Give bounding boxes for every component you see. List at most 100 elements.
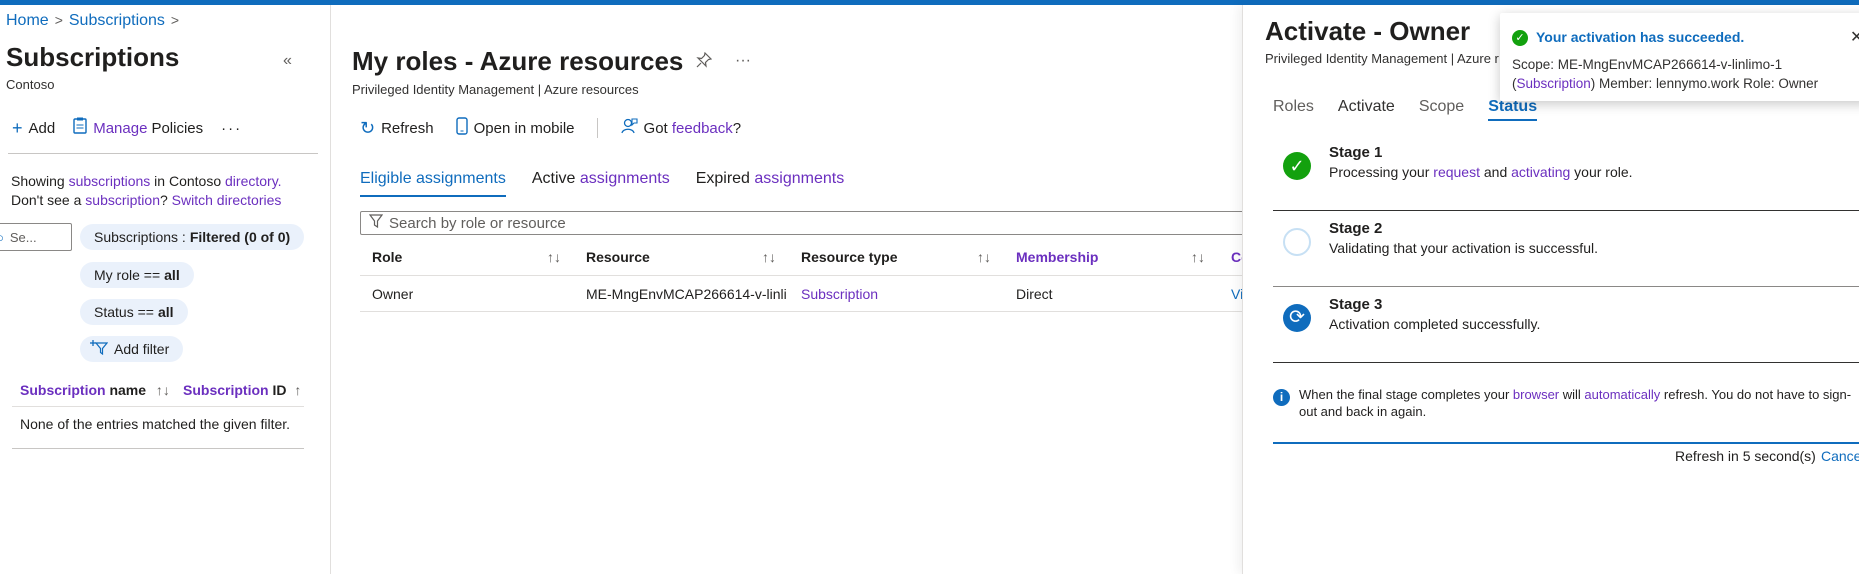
stage-1: ✓ Stage 1 Processing your request and ac… xyxy=(1273,136,1859,211)
pill-value: all xyxy=(157,304,174,320)
more-options-button[interactable]: ··· xyxy=(735,52,751,70)
page-subtitle: Contoso xyxy=(6,77,55,92)
column-header-subscription-name[interactable]: Subscription name ↑↓ xyxy=(20,382,170,398)
sort-icon[interactable]: ↑↓ xyxy=(977,249,991,265)
stage-3: ⟳ Stage 3 Activation completed successfu… xyxy=(1273,288,1859,363)
checkmark-icon: ✓ xyxy=(1283,152,1311,180)
cell-membership: Direct xyxy=(1016,286,1053,302)
sort-icon[interactable]: ↑ xyxy=(294,382,301,398)
cell-resource: ME-MngEnvMCAP266614-v-linli xyxy=(586,286,787,302)
progress-line xyxy=(1273,442,1859,444)
panel-subtitle: Privileged Identity Management | Azure r xyxy=(1265,51,1499,66)
browser-link[interactable]: browser xyxy=(1513,387,1559,402)
text: and xyxy=(1479,164,1512,180)
column-header-role[interactable]: Role xyxy=(372,249,402,265)
tab-status[interactable]: Status xyxy=(1488,98,1538,121)
breadcrumb: Home > Subscriptions > xyxy=(6,12,185,30)
breadcrumb-subscriptions[interactable]: Subscriptions xyxy=(69,12,165,29)
manage-policies-button[interactable]: Manage Policies xyxy=(73,117,203,139)
refresh-countdown: Refresh in 5 second(s) xyxy=(1675,448,1816,464)
chevron-right-icon: > xyxy=(54,12,63,28)
success-notification[interactable]: ✓ Your activation has succeeded. ✕ Scope… xyxy=(1500,13,1859,101)
tab-label: Expired xyxy=(695,170,755,187)
tab-activate[interactable]: Activate xyxy=(1338,98,1395,121)
request-link[interactable]: request xyxy=(1433,164,1480,180)
col-link: Subscription xyxy=(20,382,106,398)
sync-icon: ⟳ xyxy=(1283,304,1311,332)
close-icon[interactable]: ✕ xyxy=(1850,27,1859,47)
divider xyxy=(12,406,304,407)
checkmark-icon: ✓ xyxy=(1512,30,1528,46)
column-header-subscription-id[interactable]: Subscription ID ↑ xyxy=(183,382,301,398)
tab-link: assignments xyxy=(579,170,670,187)
column-header-resource[interactable]: Resource xyxy=(586,249,650,265)
add-button[interactable]: + Add xyxy=(12,118,55,139)
breadcrumb-home[interactable]: Home xyxy=(6,12,49,29)
tab-roles[interactable]: Roles xyxy=(1273,98,1314,121)
info-message: i When the final stage completes your br… xyxy=(1273,386,1853,420)
tab-scope[interactable]: Scope xyxy=(1419,98,1464,121)
divider xyxy=(8,153,318,154)
add-filter-button[interactable]: Add filter xyxy=(80,336,184,362)
command-bar: + Add Manage Policies ··· xyxy=(12,113,242,143)
notification-title: Your activation has succeeded. xyxy=(1536,29,1745,45)
tab-label: Active xyxy=(531,170,580,187)
search-input[interactable]: Search by role or resource xyxy=(360,211,1260,235)
notification-details: (Subscription) Member: lennymo.work Role… xyxy=(1512,74,1852,93)
filter-pill-status[interactable]: Status == all xyxy=(80,299,188,325)
tab-active-assignments[interactable]: Active assignments xyxy=(532,170,670,197)
column-header-resource-type[interactable]: Resource type xyxy=(801,249,897,265)
subscriptions-link[interactable]: subscriptions xyxy=(69,173,151,189)
tab-eligible-assignments[interactable]: Eligible assignments xyxy=(360,170,506,197)
switch-directories-link[interactable]: Switch directories xyxy=(172,192,282,208)
cell-resource-type[interactable]: Subscription xyxy=(801,286,878,302)
add-label: Add xyxy=(28,119,56,137)
feedback-label: ? xyxy=(732,119,742,137)
pill-label: My role == xyxy=(94,267,161,283)
panel-tabs: Roles Activate Scope Status xyxy=(1273,98,1538,121)
subscription-link[interactable]: subscription xyxy=(85,192,160,208)
search-icon: ○ xyxy=(0,230,4,245)
filter-icon xyxy=(368,214,384,232)
text: ) Member: lennymo.work Role: Owner xyxy=(1590,76,1819,91)
stage-title: Stage 2 xyxy=(1329,220,1383,237)
pin-icon[interactable] xyxy=(696,51,713,73)
empty-message: None of the entries matched the given fi… xyxy=(20,416,291,432)
page-title: My roles - Azure resources xyxy=(352,46,684,76)
text: will xyxy=(1559,387,1585,402)
page-title: Subscriptions xyxy=(6,42,180,72)
notification-scope: Scope: ME-MngEnvMCAP266614-v-linlimo-1 xyxy=(1512,57,1783,72)
col-label: ID xyxy=(268,382,287,398)
filter-pill-my-role[interactable]: My role == all xyxy=(80,262,194,288)
more-commands-button[interactable]: ··· xyxy=(221,120,242,137)
pending-spinner-icon xyxy=(1283,228,1311,256)
sort-icon[interactable]: ↑↓ xyxy=(156,382,170,398)
notification-body: Scope: ME-MngEnvMCAP266614-v-linlimo-1 (… xyxy=(1512,55,1852,93)
feedback-button[interactable]: Got feedback? xyxy=(620,117,742,139)
refresh-button[interactable]: ↻ Refresh xyxy=(360,118,434,139)
directory-link[interactable]: directory. xyxy=(225,173,282,189)
command-bar: ↻ Refresh Open in mobile Got feedback? xyxy=(360,117,741,139)
table-row[interactable]: Owner ME-MngEnvMCAP266614-v-linli Subscr… xyxy=(360,277,1250,312)
sort-icon[interactable]: ↑↓ xyxy=(762,249,776,265)
stage-description: Processing your request and activating y… xyxy=(1329,164,1633,180)
info-icon: i xyxy=(1273,389,1290,406)
collapse-blade-button[interactable]: « xyxy=(283,52,292,70)
pill-label: Subscriptions : xyxy=(94,229,186,245)
mobile-label: Open in mobile xyxy=(473,119,575,137)
feedback-icon xyxy=(620,117,638,139)
subscription-link[interactable]: Subscription xyxy=(1517,76,1591,91)
open-in-mobile-button[interactable]: Open in mobile xyxy=(455,117,575,139)
column-header-membership[interactable]: Membership xyxy=(1016,249,1098,265)
automatically-link[interactable]: automatically xyxy=(1584,387,1660,402)
search-input[interactable]: ○ Se... xyxy=(0,223,72,251)
text: Showing xyxy=(11,173,69,189)
divider xyxy=(12,448,304,449)
tab-expired-assignments[interactable]: Expired assignments xyxy=(696,170,845,197)
sort-icon[interactable]: ↑↓ xyxy=(1191,249,1205,265)
activating-link[interactable]: activating xyxy=(1511,164,1570,180)
clipboard-icon xyxy=(73,117,87,139)
cancel-link[interactable]: Cance xyxy=(1821,448,1859,464)
sort-icon[interactable]: ↑↓ xyxy=(547,249,561,265)
filter-pill-subscriptions[interactable]: Subscriptions : Filtered (0 of 0) xyxy=(80,224,305,250)
